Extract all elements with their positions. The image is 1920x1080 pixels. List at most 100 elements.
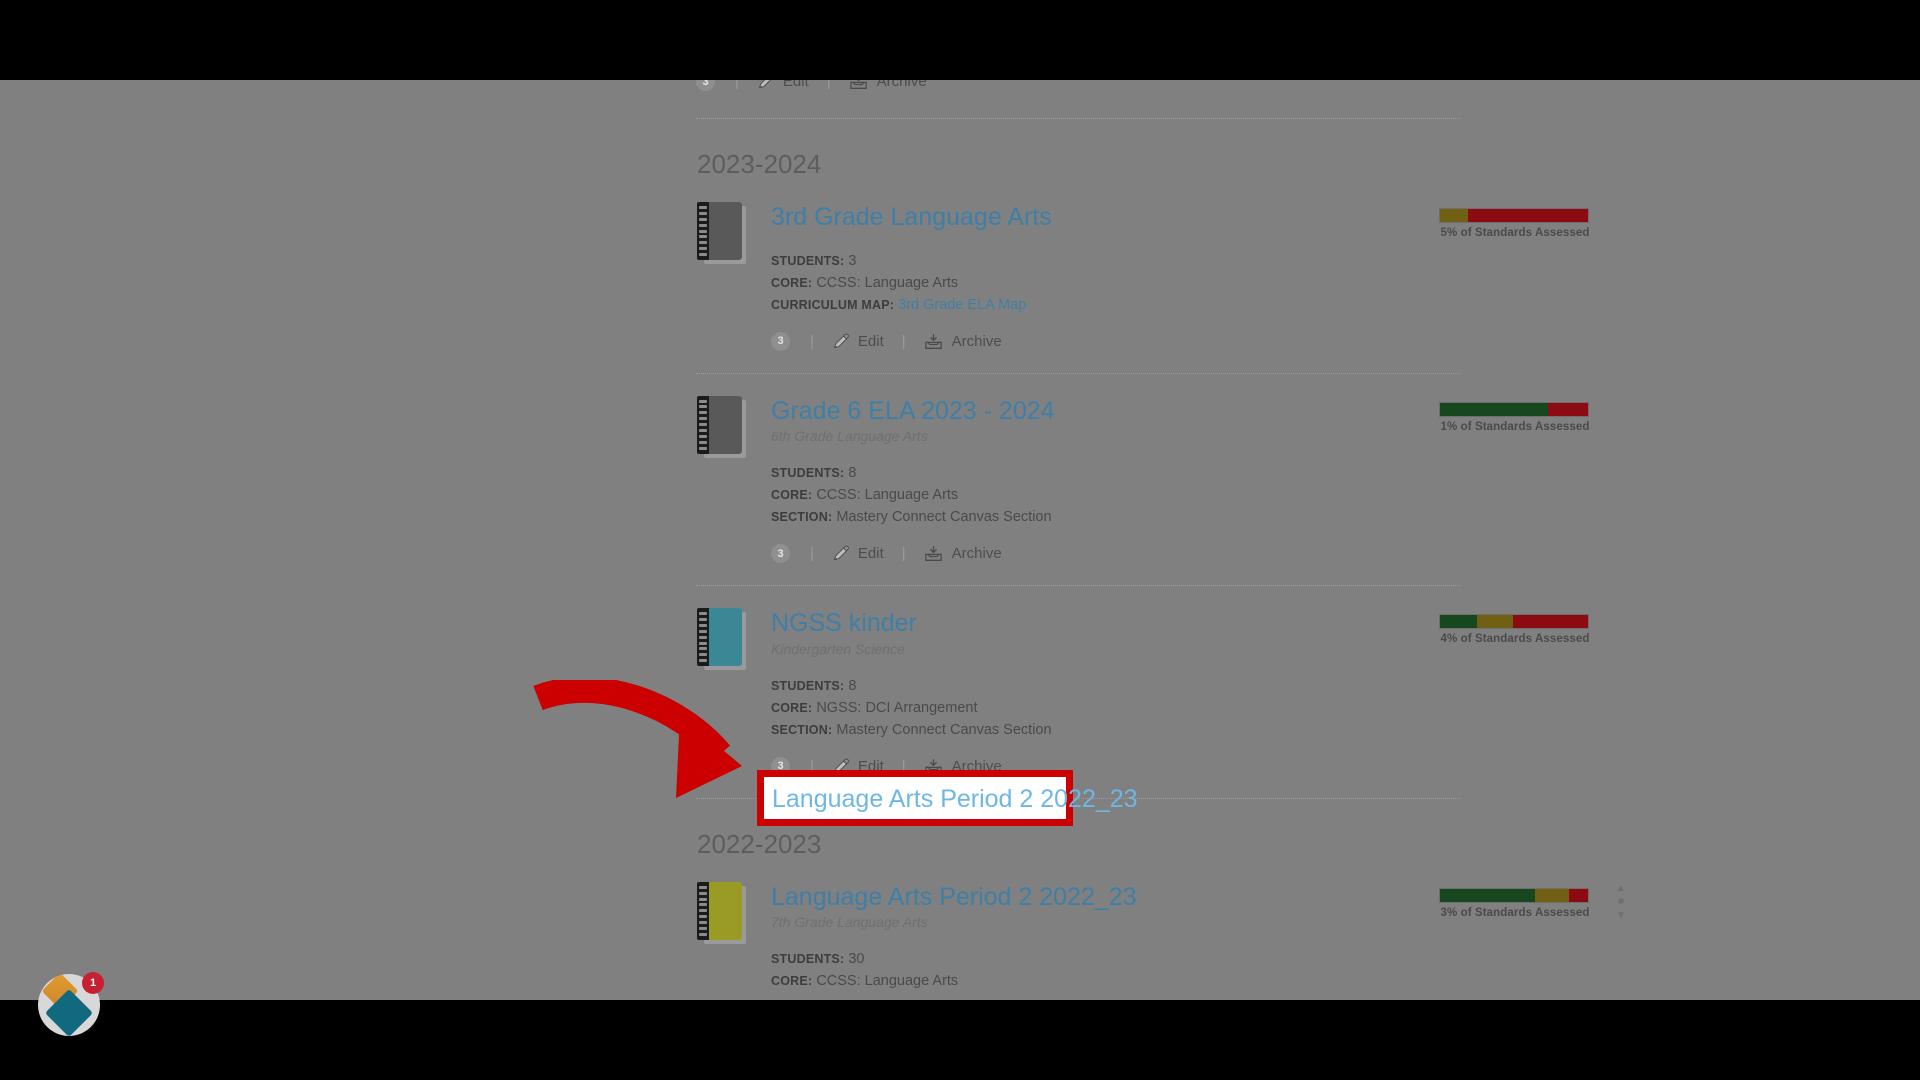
course-summary: NGSS kinder Kindergarten Science STUDENTS:…	[696, 608, 1460, 776]
action-separator: |	[901, 332, 906, 350]
course-meta: STUDENTS: 8 CORE: CCSS: Language Arts SECT…	[771, 462, 1460, 528]
progress-segment-2	[1512, 615, 1588, 629]
action-separator: |	[810, 332, 814, 350]
meta-line: STUDENTS: 8	[771, 675, 1460, 697]
notebook-icon	[697, 881, 747, 944]
standards-progress: 1% of Standards Assessed	[1439, 401, 1591, 433]
course-subtitle: Kindergarten Science	[771, 640, 905, 657]
pencil-icon	[833, 333, 849, 348]
meta-line: STUDENTS: 8	[771, 462, 1460, 484]
course-meta: STUDENTS: 3 CORE: CCSS: Language Arts CURR…	[771, 250, 1460, 316]
course-row: Grade 6 ELA 2023 - 2024 6th Grade Languag…	[696, 395, 1589, 587]
progress-segment-0	[1440, 209, 1469, 222]
drag-grip-icon[interactable]: ■	[1618, 895, 1624, 909]
edit-button[interactable]: Edit	[832, 333, 884, 350]
archive-icon	[849, 80, 867, 89]
meta-value: NGSS: DCI Arrangement	[816, 699, 978, 716]
progress-segment-1	[1548, 402, 1588, 416]
action-separator: |	[810, 545, 814, 563]
arrow-down-icon[interactable]: ▼	[1616, 909, 1626, 923]
meta-value: 8	[848, 465, 857, 482]
progress-segment-2	[1568, 888, 1588, 902]
course-title-link[interactable]: 3rd Grade Language Arts	[771, 203, 1052, 232]
progress-caption: 4% of Standards Assessed	[1440, 633, 1590, 646]
meta-value: Mastery Connect Canvas Section	[836, 509, 1052, 526]
edit-button[interactable]: Edit	[832, 545, 884, 562]
assessment-count-badge[interactable]: 3	[771, 331, 790, 351]
course-text: 3rd Grade Language Arts STUDENTS: 3 CORE: …	[747, 202, 1460, 351]
highlighted-course-title[interactable]: Language Arts Period 2 2022_23	[772, 785, 1138, 814]
course-text: Language Arts Period 2 2022_23 7th Grade …	[747, 882, 1460, 1000]
courses-page: 3 | Edit | Archive 2023-2024 3rd Grade Languag…	[0, 80, 1920, 1000]
course-summary: Grade 6 ELA 2023 - 2024 6th Grade Languag…	[696, 395, 1460, 564]
progress-caption: 3% of Standards Assessed	[1440, 906, 1590, 919]
meta-line: CORE: CCSS: Language Arts	[771, 484, 1460, 506]
progress-segment-0	[1440, 402, 1549, 416]
course-summary: Language Arts Period 2 2022_23 7th Grade …	[696, 881, 1460, 1000]
partial-action-row: 3 | Edit | Archive	[696, 80, 1460, 102]
screen: 3 | Edit | Archive 2023-2024 3rd Grade Languag…	[0, 0, 1920, 1080]
year-heading-2022-2023: 2022-2023	[697, 828, 822, 859]
archive-label: Archive	[951, 545, 1002, 563]
notebook-icon	[697, 608, 747, 671]
meta-value: 8	[848, 677, 857, 694]
archive-icon	[924, 546, 942, 562]
course-text: NGSS kinder Kindergarten Science STUDENTS:…	[747, 608, 1460, 776]
course-title-link[interactable]: Language Arts Period 2 2022_23	[771, 883, 1137, 912]
meta-key: STUDENTS:	[771, 253, 845, 268]
course-title-link[interactable]: Grade 6 ELA 2023 - 2024	[771, 397, 1055, 426]
archive-label: Archive	[951, 332, 1002, 350]
progress-segment-1	[1534, 888, 1569, 902]
courses-list: 3 | Edit | Archive 2023-2024 3rd Grade Languag…	[696, 80, 1626, 1000]
meta-value: CCSS: Language Arts	[816, 487, 959, 504]
meta-key: SECTION:	[771, 510, 833, 525]
course-actions: 3 | Edit | Archive	[771, 544, 1460, 564]
meta-value: 3	[848, 252, 857, 269]
action-separator: |	[826, 80, 831, 90]
standards-progress: 3% of Standards Assessed	[1439, 887, 1591, 919]
arrow-up-icon[interactable]: ▲	[1616, 882, 1626, 896]
edit-button[interactable]: Edit	[757, 80, 809, 90]
course-title-link[interactable]: NGSS kinder	[771, 610, 917, 638]
edit-label: Edit	[782, 80, 809, 90]
meta-key: CORE:	[771, 700, 813, 715]
meta-line: SECTION: Mastery Connect Canvas Section	[771, 719, 1460, 741]
meta-key: CORE:	[771, 974, 813, 989]
pencil-icon	[833, 545, 849, 561]
meta-line: CORE: CCSS: Language Arts	[771, 272, 1460, 294]
archive-button[interactable]: Archive	[924, 545, 1002, 562]
archive-button[interactable]: Archive	[849, 80, 927, 90]
assessment-count-badge[interactable]: 3	[696, 80, 715, 91]
notification-badge[interactable]: 1	[82, 972, 104, 994]
edit-label: Edit	[857, 545, 884, 563]
meta-line: CURRICULUM MAP: 3rd Grade ELA Map	[771, 294, 1460, 316]
progress-segment-1	[1468, 209, 1588, 222]
meta-value-link[interactable]: 3rd Grade ELA Map	[898, 297, 1026, 313]
course-divider	[696, 585, 1460, 587]
progress-segment-1	[1477, 615, 1513, 629]
edit-label: Edit	[857, 332, 884, 350]
course-text: Grade 6 ELA 2023 - 2024 6th Grade Languag…	[747, 396, 1460, 564]
pencil-icon	[758, 80, 771, 88]
progress-segment-0	[1440, 615, 1477, 629]
archive-label: Archive	[876, 80, 927, 90]
meta-line: CORE: CCSS: Language Arts	[771, 970, 1460, 992]
assessment-count-badge[interactable]: 3	[771, 544, 790, 564]
progress-caption: 5% of Standards Assessed	[1440, 227, 1590, 239]
meta-value: CCSS: Language Arts	[816, 973, 959, 990]
action-separator: |	[901, 545, 906, 563]
meta-value: Mastery Connect Canvas Section	[836, 721, 1052, 738]
archive-button[interactable]: Archive	[924, 333, 1002, 350]
meta-key: SECTION:	[771, 722, 833, 737]
standards-progress: 5% of Standards Assessed	[1439, 208, 1591, 239]
avatar-fab[interactable]: 1	[38, 972, 104, 1036]
progress-bar	[1439, 401, 1589, 417]
action-separator: |	[735, 80, 739, 90]
reorder-handle[interactable]: ▲ ■ ▼	[1614, 882, 1628, 923]
meta-key: CORE:	[771, 275, 813, 290]
course-divider	[696, 372, 1460, 374]
meta-line: STUDENTS: 3	[771, 250, 1460, 272]
year-heading-2023-2024: 2023-2024	[697, 149, 822, 179]
archive-icon	[924, 333, 942, 349]
progress-caption: 1% of Standards Assessed	[1440, 420, 1590, 433]
